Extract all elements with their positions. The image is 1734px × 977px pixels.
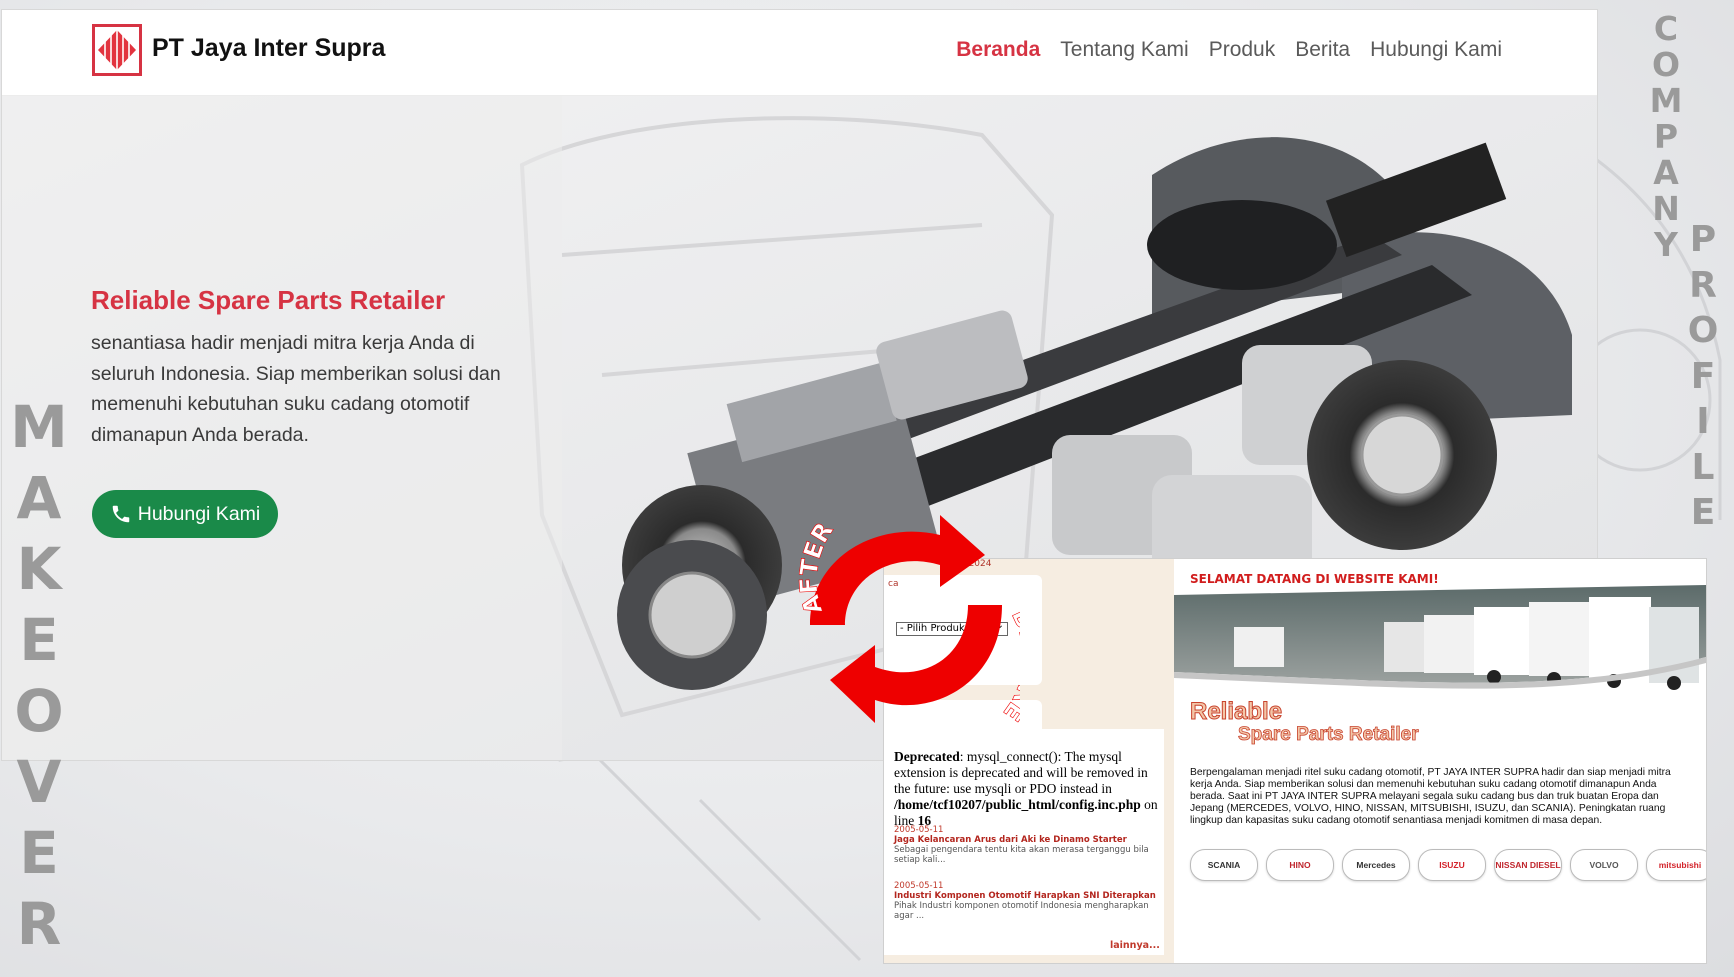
- news-item[interactable]: 2005-05-11 Industri Komponen Otomotif Ha…: [894, 881, 1164, 921]
- old-welcome-title: SELAMAT DATANG DI WEBSITE KAMI!: [1190, 572, 1439, 586]
- nav-berita[interactable]: Berita: [1295, 36, 1350, 64]
- hino-logo[interactable]: HINO: [1266, 849, 1334, 881]
- caption-letter: E: [19, 819, 59, 887]
- caption-letter: L: [1691, 446, 1715, 488]
- news-excerpt: Pihak Industri komponen otomotif Indones…: [894, 901, 1149, 921]
- caption-letter: K: [16, 535, 62, 603]
- caption-letter: P: [1653, 117, 1679, 156]
- deprecated-path: /home/tcf10207/public_html/config.inc.ph…: [894, 797, 1141, 812]
- caption-letter: F: [1690, 355, 1716, 397]
- caption-letter: M: [10, 393, 68, 461]
- scania-logo[interactable]: SCANIA: [1190, 849, 1258, 881]
- brand-name[interactable]: PT Jaya Inter Supra: [152, 34, 385, 63]
- caption-letter: C: [1653, 9, 1679, 48]
- more-news-link[interactable]: lainnya...: [1110, 940, 1160, 951]
- nav-tentang-kami[interactable]: Tentang Kami: [1060, 36, 1188, 64]
- nav-produk[interactable]: Produk: [1209, 36, 1276, 64]
- news-item[interactable]: 2005-05-11 Jaga Kelancaran Arus dari Aki…: [894, 825, 1164, 865]
- caption-letter: R: [1689, 264, 1717, 306]
- nav-beranda[interactable]: Beranda: [956, 36, 1040, 64]
- news-date: 2005-05-11: [894, 881, 944, 891]
- contact-us-button-label: Hubungi Kami: [137, 502, 261, 525]
- php-deprecated-warning: Deprecated: mysql_connect(): The mysql e…: [894, 749, 1164, 829]
- caption-letter: M: [1649, 81, 1683, 120]
- caption-letter: V: [16, 748, 62, 816]
- caption-letter: P: [1689, 219, 1717, 260]
- news-date: 2005-05-11: [894, 825, 944, 835]
- main-nav: Beranda Tentang Kami Produk Berita Hubun…: [956, 36, 1502, 64]
- svg-text:BEFORE: BEFORE: [998, 604, 1020, 726]
- caption-letter: R: [16, 890, 62, 958]
- before-after-arrows: AFTER BEFORE: [794, 515, 1020, 727]
- mitsubishi-logo[interactable]: mitsubishi: [1646, 849, 1706, 881]
- old-description: Berpengalaman menjadi ritel suku cadang …: [1190, 767, 1671, 826]
- old-slogan-line1: Reliable: [1190, 698, 1282, 725]
- caption-letter: O: [1687, 310, 1719, 351]
- brand-logos-row: SCANIA HINO Mercedes ISUZU NISSAN DIESEL…: [1190, 849, 1706, 881]
- caption-letter: E: [19, 606, 59, 674]
- before-label: BEFORE: [997, 604, 1020, 726]
- mercedes-logo[interactable]: Mercedes: [1342, 849, 1410, 881]
- caption-letter: O: [14, 677, 64, 745]
- old-slogan-line2: Spare Parts Retailer: [1238, 724, 1419, 745]
- profile-caption: P R O F I L E: [1680, 222, 1726, 541]
- isuzu-logo[interactable]: ISUZU: [1418, 849, 1486, 881]
- diamond-logo-icon[interactable]: [92, 24, 142, 76]
- deprecated-label: Deprecated: [894, 749, 960, 764]
- caption-letter: E: [1690, 492, 1716, 533]
- caption-letter: I: [1696, 401, 1710, 442]
- hero-title: Reliable Spare Parts Retailer: [91, 285, 446, 315]
- nissan-diesel-logo[interactable]: NISSAN DIESEL: [1494, 849, 1562, 881]
- volvo-logo[interactable]: VOLVO: [1570, 849, 1638, 881]
- caption-letter: O: [1651, 45, 1681, 84]
- contact-us-button[interactable]: Hubungi Kami: [92, 490, 278, 538]
- nav-hubungi-kami[interactable]: Hubungi Kami: [1370, 36, 1502, 64]
- news-title[interactable]: Industri Komponen Otomotif Harapkan SNI …: [894, 891, 1164, 901]
- phone-icon: [112, 505, 129, 523]
- caption-letter: A: [1653, 153, 1679, 192]
- news-excerpt: Sebagai pengendara tentu kita akan meras…: [894, 845, 1149, 865]
- hero-description: senantiasa hadir menjadi mitra kerja And…: [91, 332, 501, 446]
- makeover-caption: M A K E O V E R: [8, 398, 70, 966]
- top-navbar: PT Jaya Inter Supra Beranda Tentang Kami…: [2, 10, 1597, 96]
- news-title[interactable]: Jaga Kelancaran Arus dari Aki ke Dinamo …: [894, 835, 1164, 845]
- caption-letter: A: [16, 464, 62, 532]
